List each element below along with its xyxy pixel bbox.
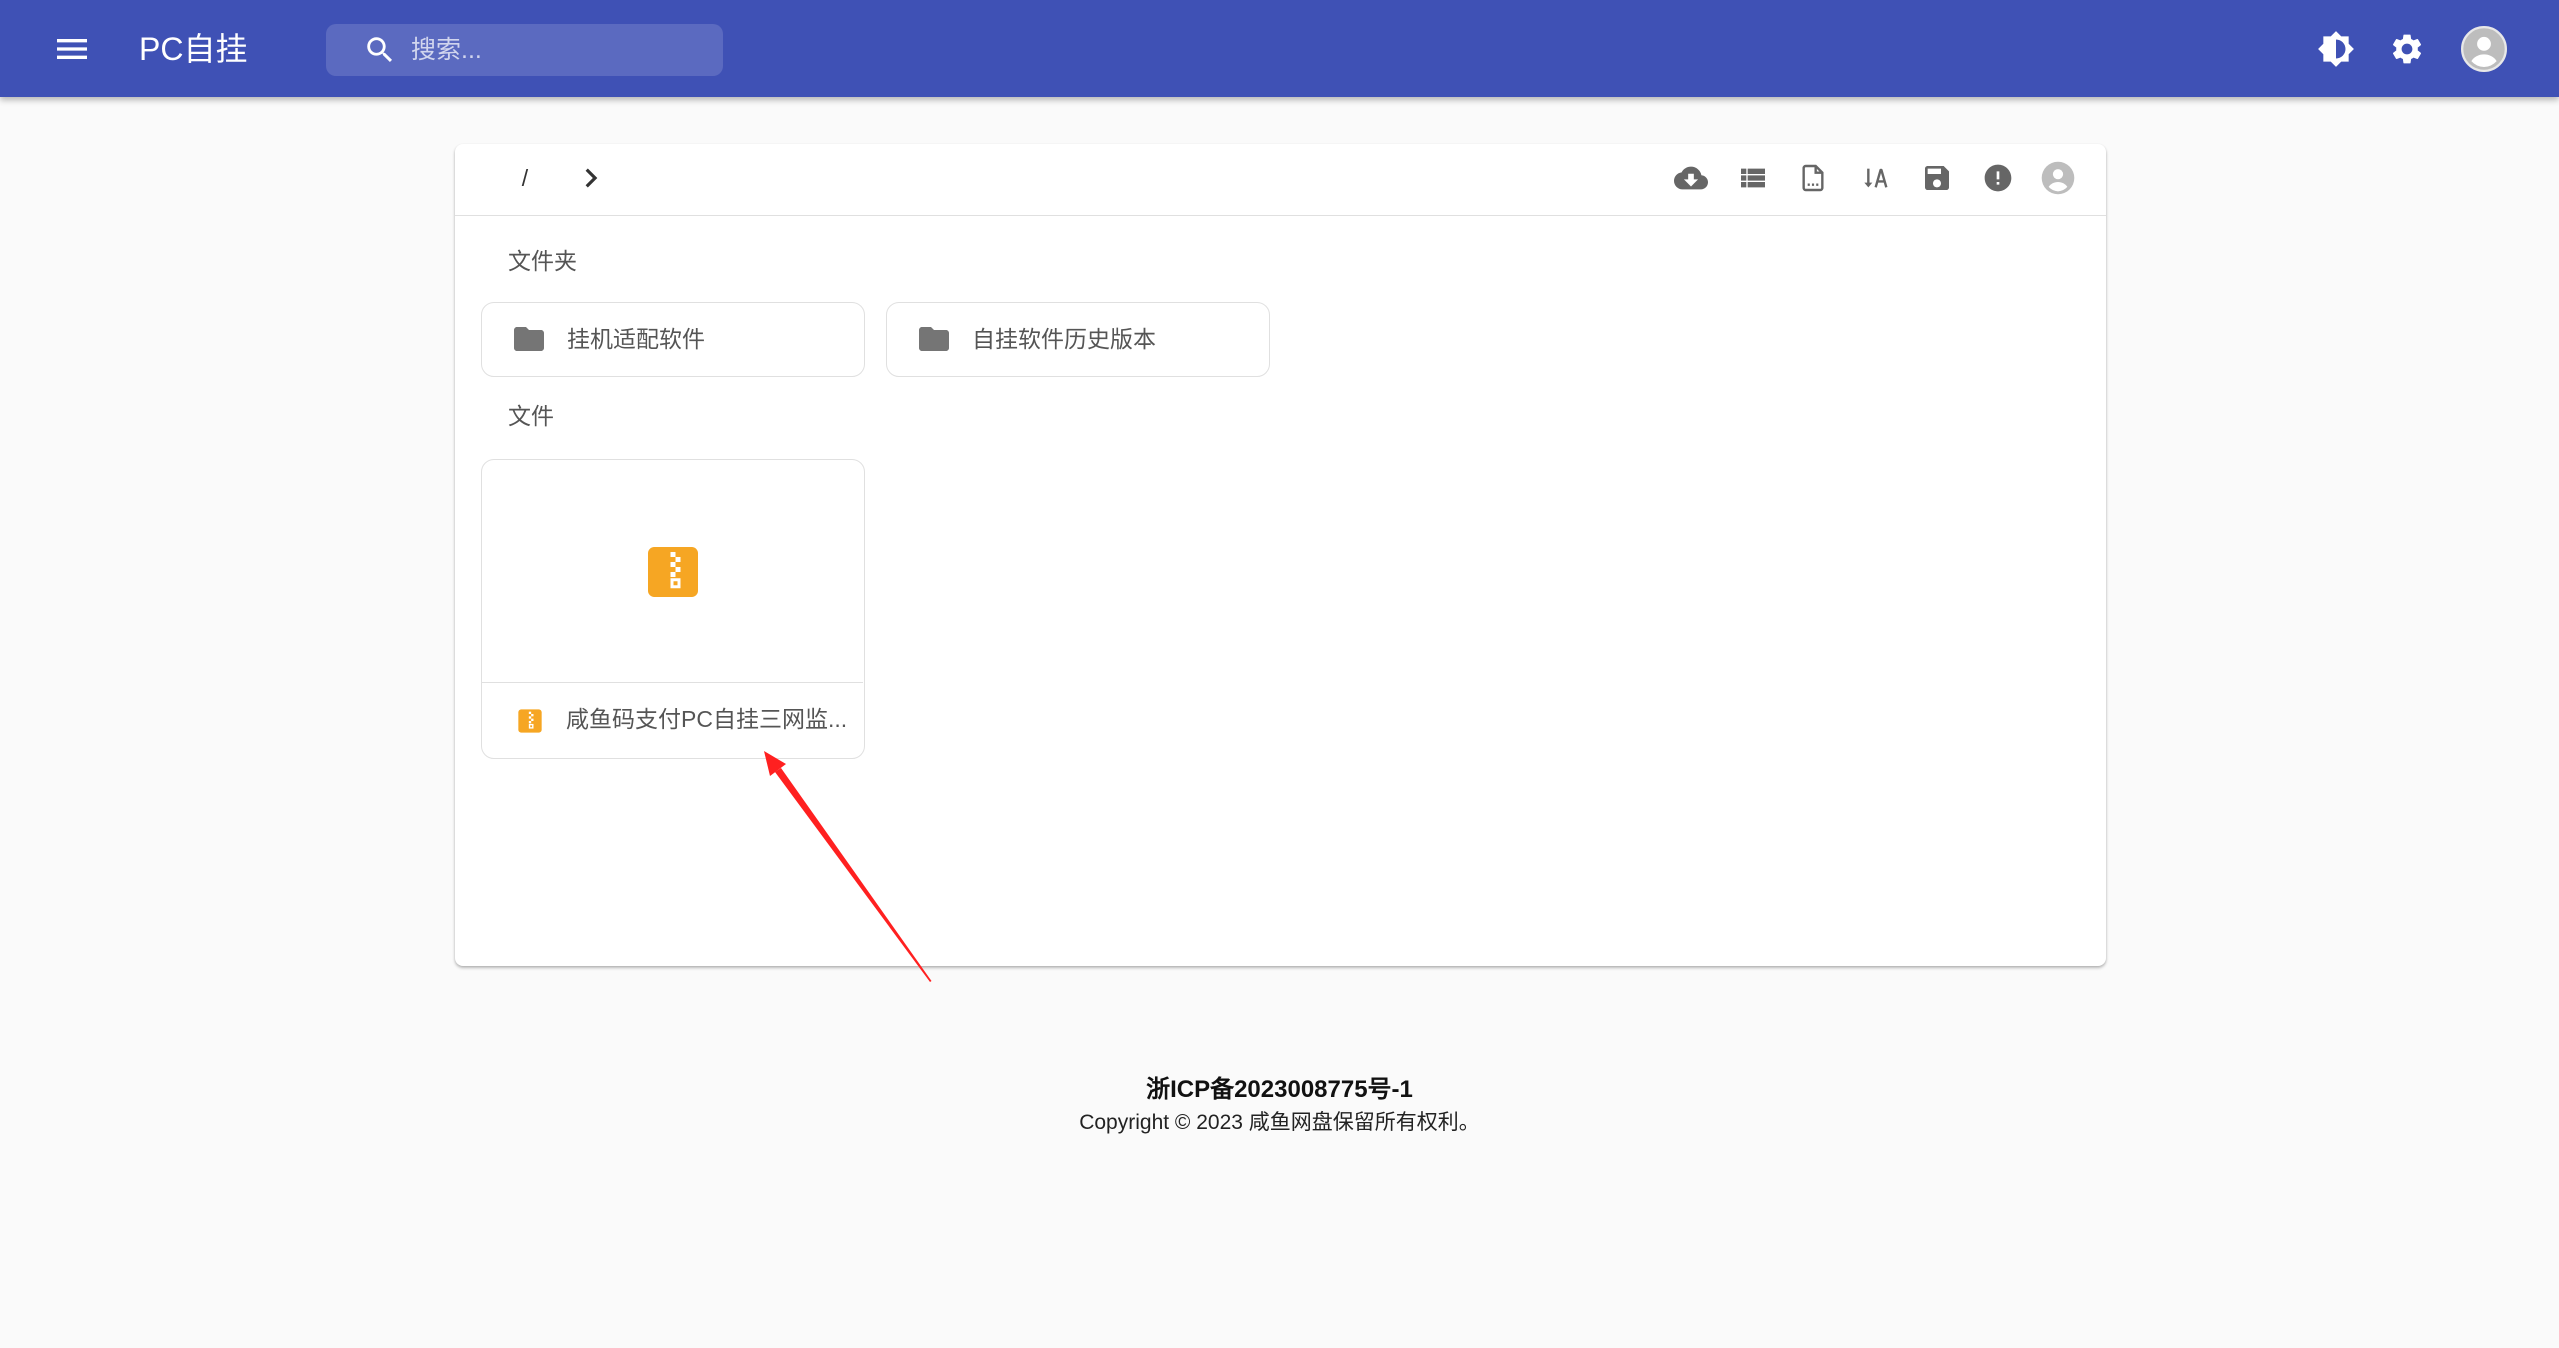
- footer-copyright: Copyright © 2023 咸鱼网盘保留所有权利。: [1079, 1111, 1480, 1134]
- folder-item[interactable]: 挂机适配软件: [481, 302, 865, 377]
- view-list-icon: [1741, 168, 1765, 188]
- brightness-icon: [2318, 31, 2354, 67]
- search-input[interactable]: [411, 24, 711, 76]
- chevron-right-icon[interactable]: [572, 159, 610, 197]
- file-info-bar: 咸鱼码支付PC自挂三网监...: [482, 684, 863, 758]
- app-title[interactable]: PC自挂: [139, 30, 247, 68]
- explorer-toolbar: /: [455, 144, 2106, 216]
- account-avatar-icon: [2461, 26, 2507, 72]
- files-section-title: 文件: [508, 403, 554, 429]
- cloud-download-icon: [1674, 166, 1708, 190]
- sort-button[interactable]: [1851, 154, 1899, 202]
- document-button[interactable]: [1789, 154, 1837, 202]
- zip-archive-icon: [648, 547, 698, 597]
- error-icon: [1984, 164, 2012, 192]
- menu-icon: [57, 39, 87, 59]
- save-button[interactable]: [1913, 154, 1961, 202]
- folder-name: 挂机适配软件: [567, 326, 705, 352]
- folder-icon: [919, 327, 949, 351]
- app-bar: PC自挂: [0, 0, 2559, 97]
- file-name: 咸鱼码支付PC自挂三网监...: [566, 706, 848, 732]
- save-icon: [1925, 166, 1949, 190]
- file-item[interactable]: 咸鱼码支付PC自挂三网监...: [481, 459, 865, 759]
- breadcrumb-root[interactable]: /: [513, 165, 537, 191]
- offline-download-button[interactable]: [1667, 154, 1715, 202]
- folder-name: 自挂软件历史版本: [972, 326, 1156, 352]
- settings-icon: [2392, 34, 2422, 64]
- document-icon: [1802, 164, 1824, 192]
- search-box[interactable]: [326, 24, 723, 76]
- folder-item[interactable]: 自挂软件历史版本: [886, 302, 1270, 377]
- sort-by-alpha-icon: [1864, 168, 1888, 188]
- view-mode-button[interactable]: [1729, 154, 1777, 202]
- report-button[interactable]: [1974, 154, 2022, 202]
- file-explorer-card: / 文件夹 挂机适配软件 自挂软件历史版本 文件 咸鱼码支付PC自挂三网监...: [455, 144, 2106, 966]
- search-icon: [367, 37, 393, 63]
- folder-icon: [514, 327, 544, 351]
- settings-button[interactable]: [2379, 21, 2435, 77]
- menu-button[interactable]: [44, 21, 100, 77]
- user-avatar-button[interactable]: [2458, 23, 2510, 75]
- share-owner-avatar[interactable]: [2034, 154, 2082, 202]
- theme-toggle-button[interactable]: [2308, 21, 2364, 77]
- zip-archive-icon: [518, 709, 542, 733]
- account-avatar-icon: [2041, 161, 2075, 195]
- file-thumbnail: [482, 460, 863, 683]
- footer-icp-link[interactable]: 浙ICP备2023008775号-1: [0, 1075, 2559, 1105]
- folders-section-title: 文件夹: [508, 248, 577, 274]
